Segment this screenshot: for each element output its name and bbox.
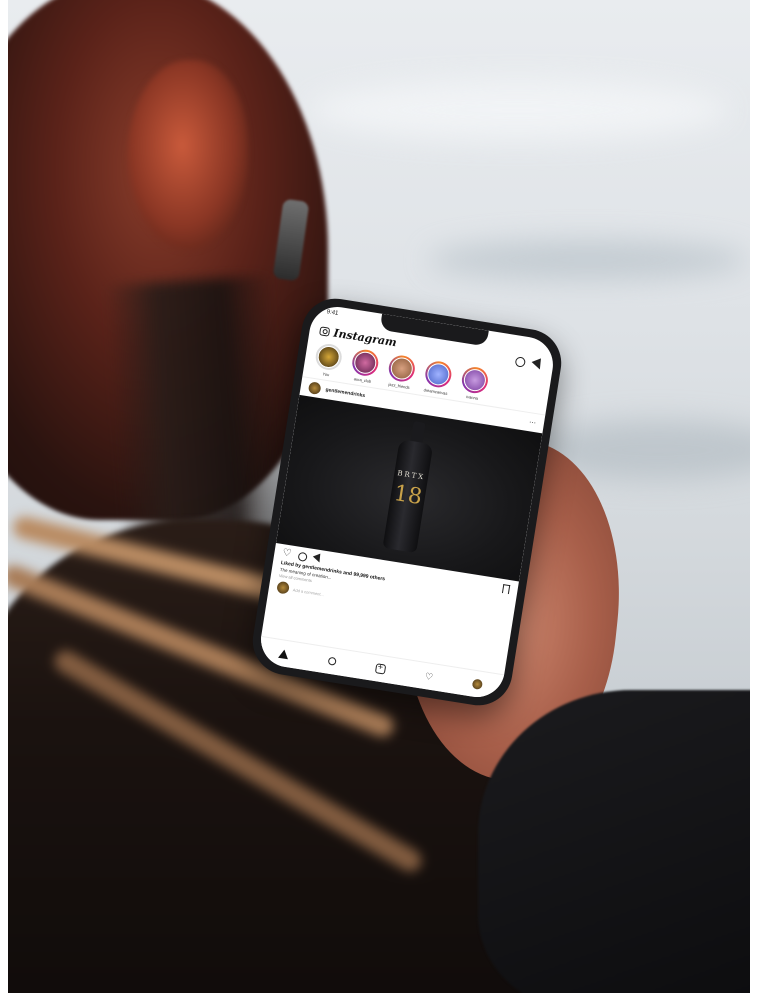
person-sleeve [478, 690, 750, 993]
comment-icon[interactable] [297, 551, 308, 562]
activity-icon[interactable]: ♡ [424, 671, 434, 682]
story-avatar [389, 355, 415, 382]
story-item[interactable]: dreamcanvas [420, 359, 455, 396]
search-icon[interactable] [327, 656, 337, 666]
share-icon[interactable] [312, 553, 324, 564]
post-avatar[interactable] [307, 381, 322, 396]
story-avatar [425, 361, 451, 387]
heart-icon[interactable]: ♡ [282, 547, 293, 559]
profile-icon[interactable] [471, 678, 484, 690]
person-ear [128, 60, 248, 250]
photo-scene: 9:41 Instagram You aura_club jazz_friend… [8, 0, 750, 993]
story-item[interactable]: aura_club [347, 347, 382, 385]
igtv-icon[interactable] [514, 356, 527, 368]
story-item[interactable]: ivanna [457, 365, 492, 402]
home-icon[interactable] [278, 648, 290, 659]
comment-avatar [276, 580, 290, 595]
phone-screen: 9:41 Instagram You aura_club jazz_friend… [257, 302, 557, 702]
story-item[interactable]: You [311, 342, 346, 379]
background-window-light [308, 80, 728, 140]
send-icon[interactable] [531, 358, 545, 372]
story-avatar [316, 344, 342, 370]
add-post-icon[interactable] [374, 663, 387, 675]
status-time: 9:41 [326, 309, 339, 317]
story-avatar [462, 367, 488, 393]
comment-placeholder[interactable]: Add a comment... [293, 587, 325, 597]
bookmark-icon[interactable] [502, 583, 511, 594]
more-icon[interactable]: ⋯ [528, 418, 536, 427]
background-window-streak [428, 240, 748, 280]
story-avatar [352, 350, 378, 376]
story-item[interactable]: jazz_friends [384, 353, 419, 390]
camera-icon[interactable] [319, 325, 331, 337]
